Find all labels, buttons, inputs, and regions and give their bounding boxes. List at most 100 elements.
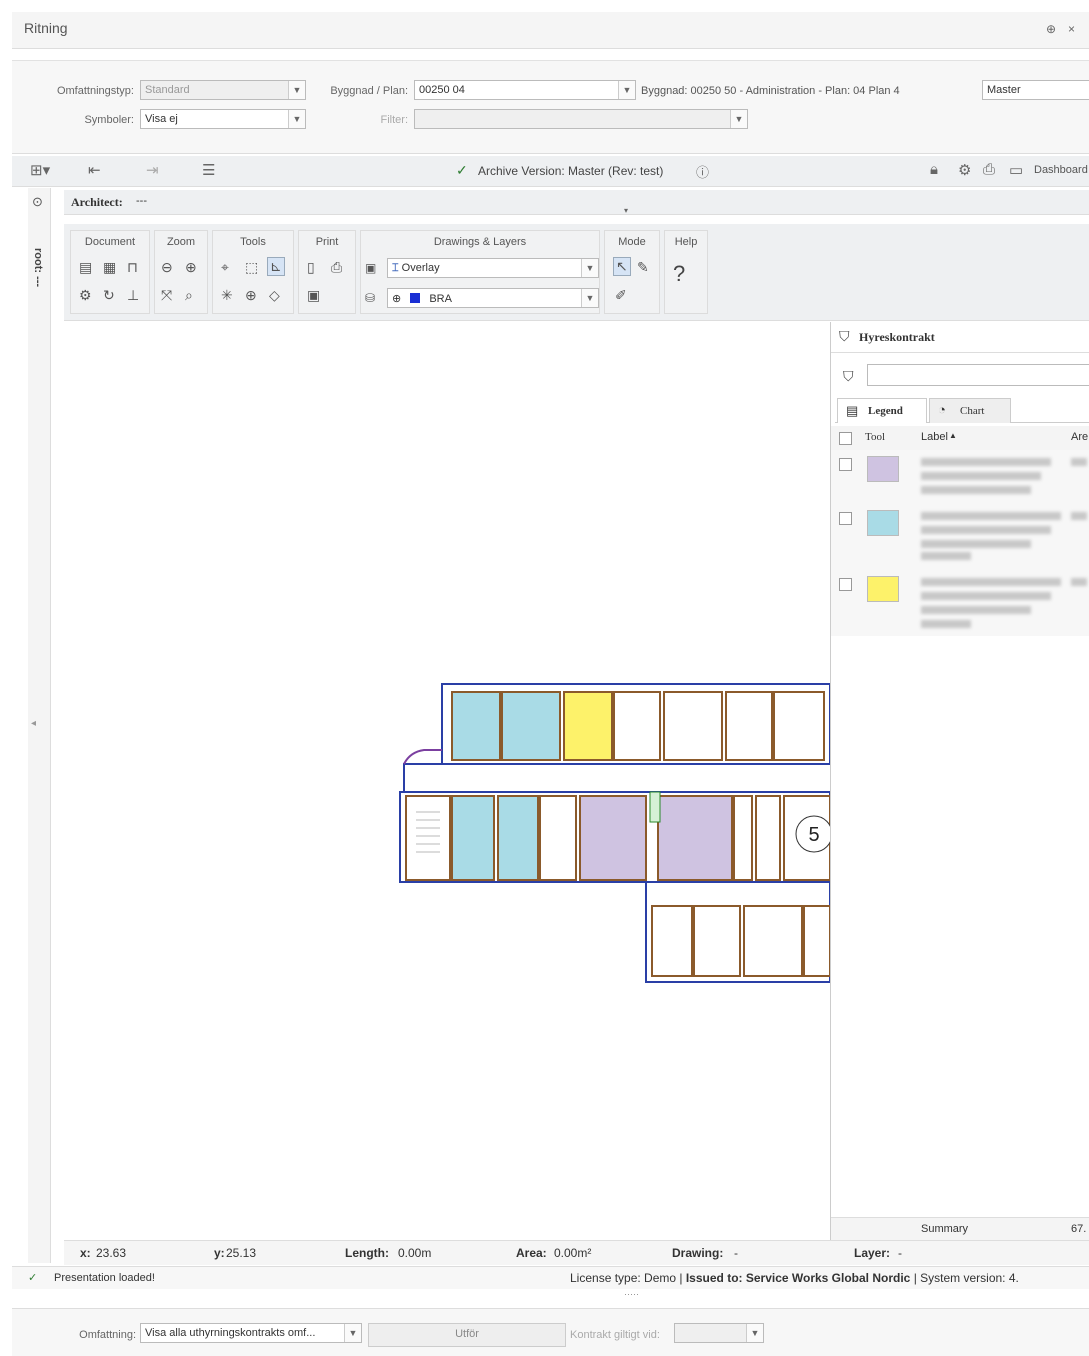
- byggnad-plan-select[interactable]: 00250 04 ▼: [414, 80, 636, 100]
- zoom-in-icon[interactable]: ⊕: [185, 259, 197, 276]
- x-value: 23.63: [96, 1246, 127, 1260]
- column-area[interactable]: Are: [1071, 431, 1088, 443]
- close-icon[interactable]: ×: [1068, 22, 1075, 36]
- list-icon[interactable]: ☰: [202, 161, 215, 179]
- chevron-down-icon[interactable]: ▼: [746, 1324, 763, 1342]
- drawing-canvas[interactable]: 5: [64, 322, 830, 1240]
- omfattningstyp-select[interactable]: Standard ▼: [140, 80, 306, 100]
- license-info: License type: Demo | Issued to: Service …: [570, 1271, 1019, 1285]
- blurred-label: [921, 458, 1051, 466]
- splitter-handle[interactable]: ·····: [624, 1289, 639, 1299]
- legend-row[interactable]: [831, 570, 1089, 636]
- dashboard-button[interactable]: Dashboard: [1034, 164, 1088, 176]
- chevron-circle-icon[interactable]: ⊙: [32, 194, 43, 210]
- floor-plan[interactable]: 5: [64, 322, 830, 1240]
- info-icon[interactable]: ⓘ: [696, 162, 709, 181]
- row-checkbox[interactable]: [839, 578, 852, 591]
- blurred-label: [921, 526, 1051, 534]
- architect-label: Architect:: [71, 195, 123, 209]
- asterisk-icon[interactable]: ✳: [221, 287, 233, 304]
- select-all-checkbox[interactable]: [839, 432, 852, 445]
- refresh-icon[interactable]: ↻: [103, 287, 115, 304]
- chevron-down-icon[interactable]: ▼: [288, 81, 305, 99]
- omfattning-value: Visa alla uthyrningskontrakts omf...: [145, 1327, 316, 1339]
- tab-legend-label: Legend: [868, 405, 903, 417]
- byggnad-description: Byggnad: 00250 50 - Administration - Pla…: [641, 85, 900, 97]
- measure-icon[interactable]: ⊾: [267, 257, 285, 276]
- legend-rows: [831, 450, 1089, 636]
- chevron-down-icon[interactable]: ▼: [344, 1324, 361, 1342]
- hierarchy-icon[interactable]: ⊥: [127, 287, 139, 304]
- lock-icon[interactable]: 🔒︎: [930, 161, 938, 178]
- presentation-loaded-text: Presentation loaded!: [54, 1272, 155, 1284]
- chevron-down-icon[interactable]: ▼: [581, 259, 598, 277]
- tab-legend[interactable]: ▤ Legend: [837, 398, 927, 423]
- layer-value: BRA: [429, 293, 452, 305]
- blurred-label: [921, 606, 1031, 614]
- layer-label: Layer:: [854, 1246, 891, 1260]
- legend-row[interactable]: [831, 504, 1089, 566]
- utfor-button[interactable]: Utför: [368, 1323, 566, 1347]
- chevron-down-icon[interactable]: ▼: [618, 81, 635, 99]
- monitor-icon[interactable]: ▭: [1009, 161, 1023, 179]
- search-icon[interactable]: ⌕: [185, 287, 193, 304]
- issued-to-text: Issued to: Service Works Global Nordic: [685, 1271, 911, 1285]
- zoom-out-icon[interactable]: ⊖: [161, 259, 173, 276]
- symboler-select[interactable]: Visa ej ▼: [140, 109, 306, 129]
- main-toolbar: ⊞▾ ⇤ ⇥ ☰ ✓ Archive Version: Master (Rev:…: [12, 156, 1089, 187]
- coordinate-status-bar: x: 23.63 y: 25.13 Length: 0.00m Area: 0.…: [64, 1240, 1089, 1265]
- pen-icon[interactable]: ✐: [615, 287, 627, 304]
- blurred-label: [921, 552, 971, 560]
- kontrakt-date-select[interactable]: ▼: [674, 1323, 764, 1343]
- lock-icon[interactable]: ⊓: [127, 259, 138, 276]
- omfattningstyp-value: Standard: [145, 84, 190, 96]
- pin-icon[interactable]: ⊕: [1046, 22, 1056, 36]
- chart-icon: ◔: [938, 402, 946, 417]
- image-export-icon[interactable]: ▣: [307, 287, 320, 304]
- layer-select[interactable]: ⊕ BRA ▼: [387, 288, 599, 308]
- overlay-select[interactable]: ⌶ Overlay ▼: [387, 258, 599, 278]
- layers-icon[interactable]: ⛁: [365, 291, 375, 305]
- chevron-down-icon[interactable]: ▼: [288, 110, 305, 128]
- row-checkbox[interactable]: [839, 512, 852, 525]
- gear-icon[interactable]: ⚙: [958, 161, 971, 179]
- ribbon-group-drawings: Drawings & Layers ▣ ⌶ Overlay ▼ ⛁ ⊕ BRA …: [360, 230, 600, 314]
- version-select[interactable]: Master: [982, 80, 1089, 100]
- legend-row[interactable]: [831, 450, 1089, 504]
- filter-icon: ⛉: [843, 368, 854, 384]
- grid-layout-icon[interactable]: ⊞▾: [30, 161, 50, 179]
- select-area-icon[interactable]: ⬚: [245, 259, 258, 276]
- ribbon-group-zoom: Zoom ⊖ ⊕ ⤧ ⌕: [154, 230, 208, 314]
- chevron-down-icon[interactable]: ▼: [730, 110, 747, 128]
- blurred-label: [921, 486, 1031, 494]
- layer-color-swatch: [410, 293, 421, 303]
- collapse-left-icon[interactable]: ⇤: [88, 161, 101, 179]
- x-label: x:: [80, 1246, 91, 1260]
- pointer-icon[interactable]: ↖: [613, 257, 631, 276]
- omfattning-select[interactable]: Visa alla uthyrningskontrakts omf... ▼: [140, 1323, 362, 1343]
- filter-select[interactable]: ▼: [414, 109, 748, 129]
- pdf-export-icon[interactable]: ▯: [307, 259, 315, 276]
- tag-icon[interactable]: ◇: [269, 287, 280, 304]
- crosshair-icon[interactable]: ⌖: [221, 259, 229, 276]
- column-label[interactable]: Label: [921, 431, 948, 443]
- print-icon[interactable]: ⎙: [983, 161, 995, 178]
- splitter-handle[interactable]: ◂: [31, 718, 36, 729]
- edit-icon[interactable]: ✎: [637, 259, 649, 276]
- gear-icon[interactable]: ⚙: [79, 287, 92, 304]
- document-icon[interactable]: ▤: [79, 259, 92, 276]
- print-icon[interactable]: ⎙: [331, 259, 342, 276]
- color-swatch-blue: [867, 510, 899, 536]
- expand-right-icon[interactable]: ⇥: [146, 161, 159, 179]
- fit-extent-icon[interactable]: ⤧: [161, 287, 172, 304]
- column-tool[interactable]: Tool: [865, 431, 885, 443]
- pdf-icon[interactable]: ▦: [103, 259, 116, 276]
- help-icon[interactable]: ?: [673, 261, 685, 287]
- add-point-icon[interactable]: ⊕: [245, 287, 257, 304]
- collapse-arrow-icon[interactable]: ▾: [624, 206, 628, 215]
- row-checkbox[interactable]: [839, 458, 852, 471]
- tab-chart[interactable]: ◔ Chart: [929, 398, 1011, 423]
- panel-filter-input[interactable]: [867, 364, 1089, 386]
- image-layer-icon[interactable]: ▣: [365, 261, 376, 275]
- chevron-down-icon[interactable]: ▼: [581, 289, 598, 307]
